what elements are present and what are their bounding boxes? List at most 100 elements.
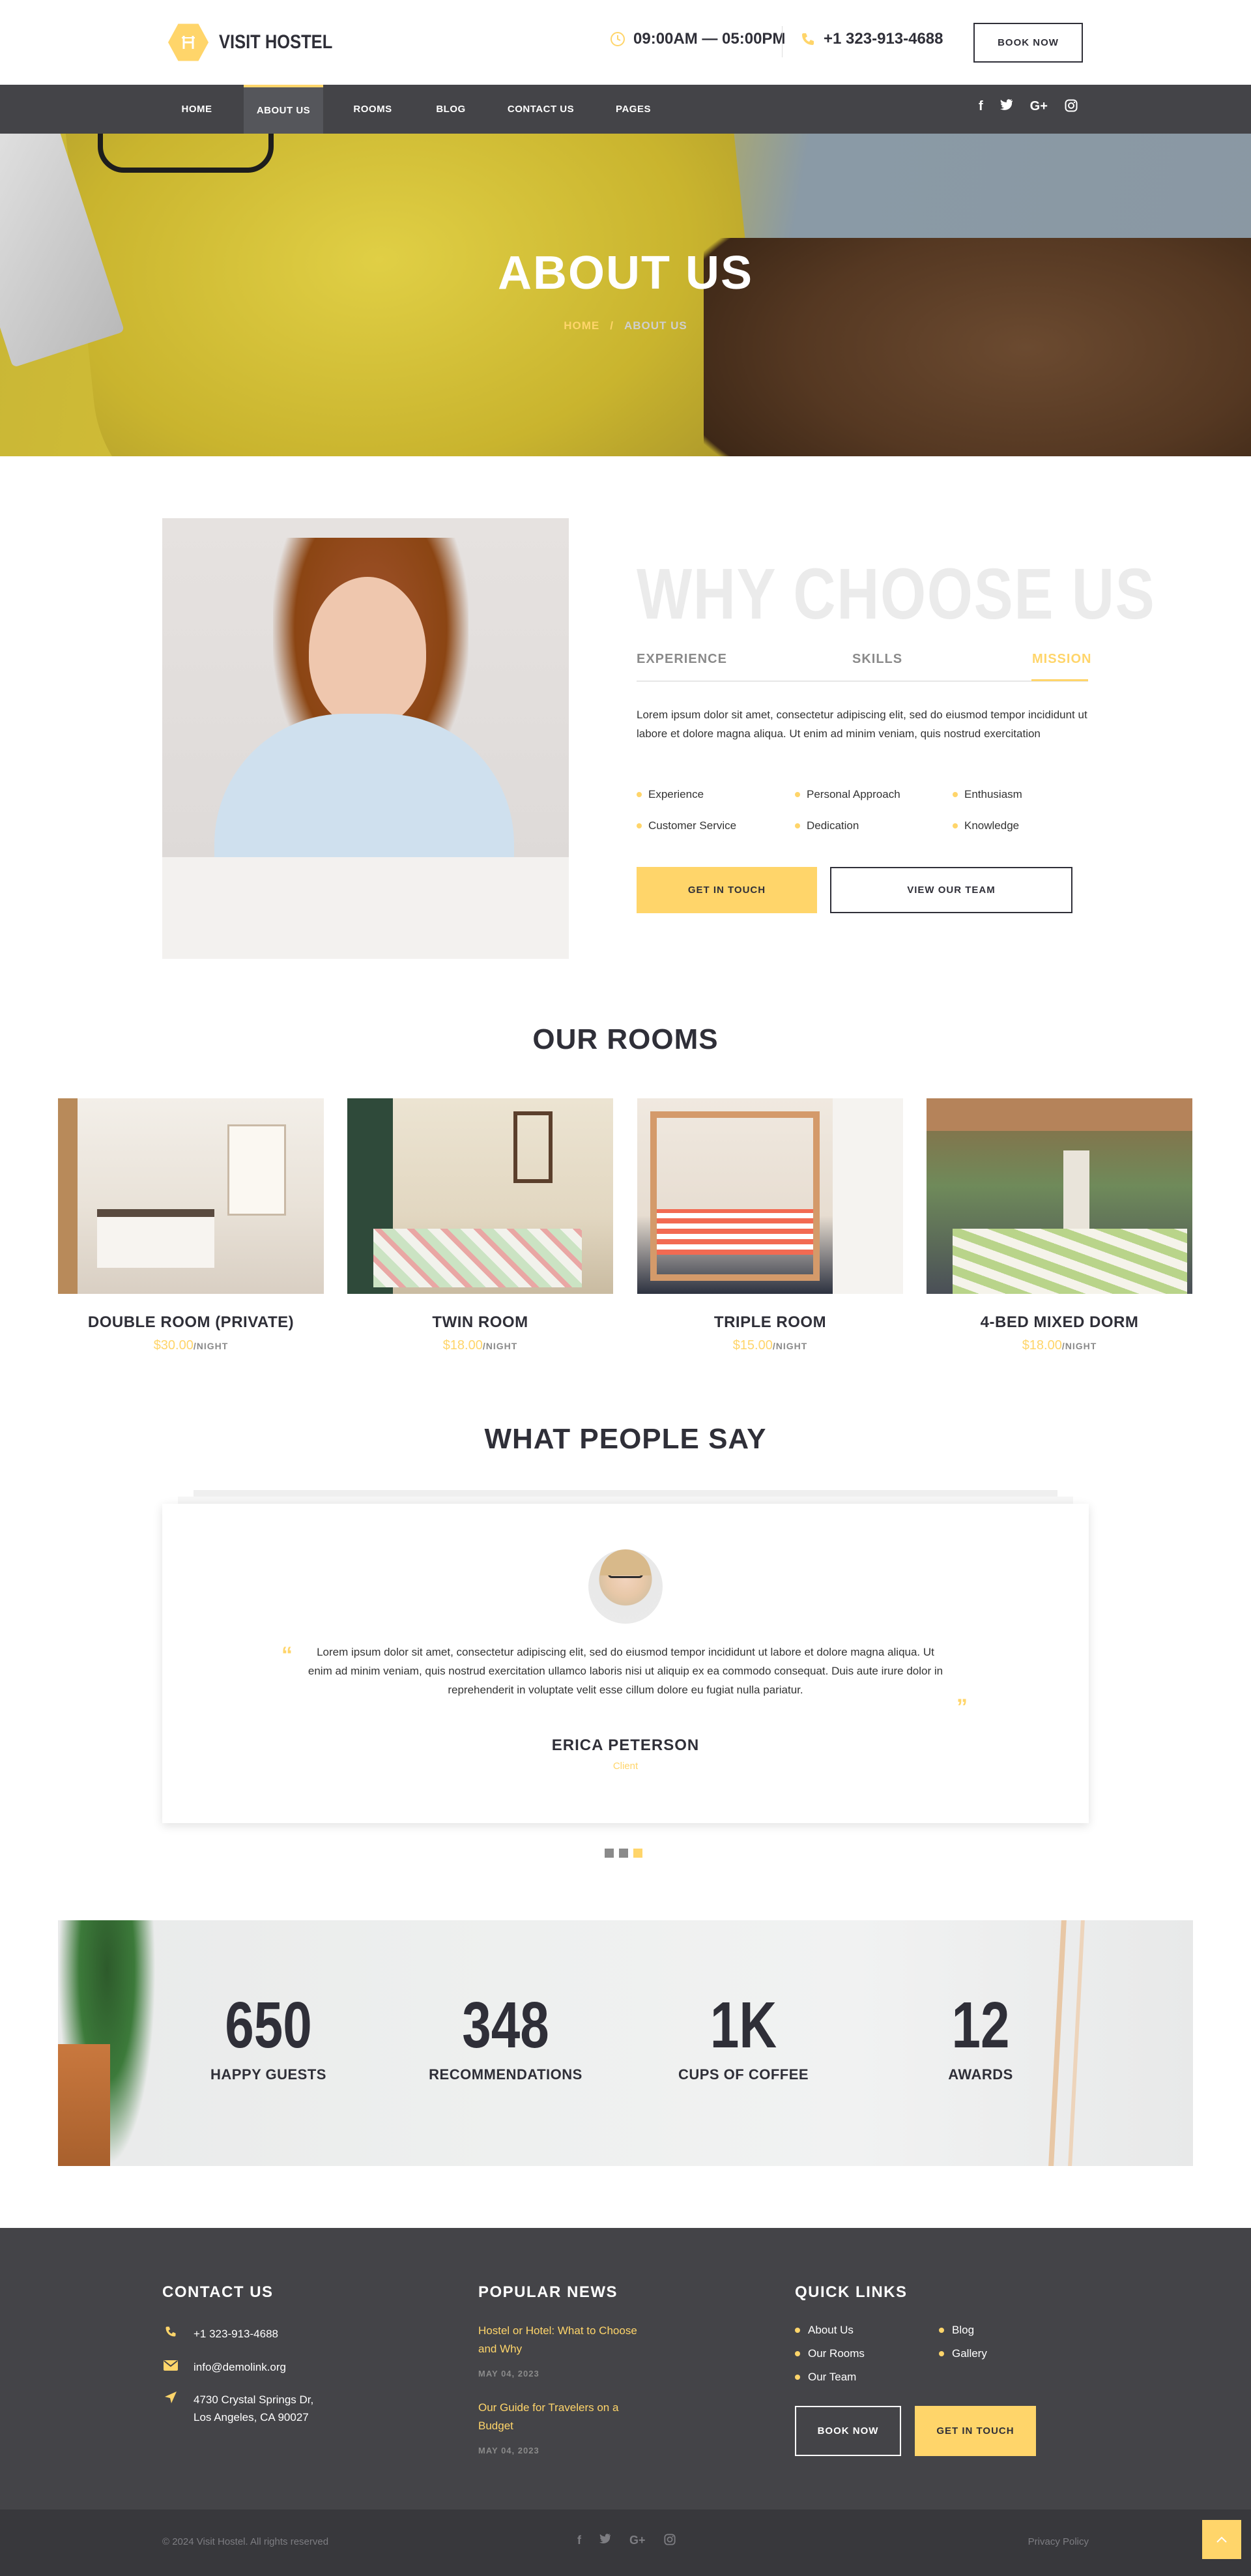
quick-link-about-us[interactable]: About Us (795, 2324, 854, 2337)
facebook-icon[interactable]: f (979, 99, 983, 116)
book-now-button[interactable]: BOOK NOW (973, 23, 1083, 63)
pagination-dot-active[interactable] (633, 1849, 642, 1858)
tab-skills[interactable]: SKILLS (852, 652, 902, 667)
scroll-to-top-button[interactable] (1202, 2520, 1241, 2559)
address-line: Los Angeles, CA 90027 (194, 2411, 309, 2423)
price-value: $18.00 (1022, 1338, 1062, 1353)
room-window-shape (1063, 1150, 1089, 1229)
nav-item-rooms[interactable]: ROOMS (344, 85, 401, 134)
logo[interactable]: VISIT HOSTEL (168, 22, 352, 63)
page-title: ABOUT US (498, 247, 753, 299)
header-phone[interactable]: +1 323-913-4688 (800, 30, 943, 48)
stat-value: 348 (462, 1989, 549, 2062)
client-avatar (588, 1549, 663, 1624)
feature-item: Knowledge (953, 819, 1019, 832)
room-mirror-shape (513, 1111, 553, 1183)
nav-item-home[interactable]: HOME (168, 85, 225, 134)
instagram-icon[interactable] (1065, 99, 1078, 116)
envelope-icon (162, 2358, 179, 2376)
price-unit: /NIGHT (1061, 1341, 1097, 1351)
footer-address: 4730 Crystal Springs Dr, Los Angeles, CA … (162, 2391, 313, 2426)
copyright: © 2024 Visit Hostel. All rights reserved (162, 2536, 329, 2547)
stat-label: AWARDS (948, 2066, 1013, 2083)
footer-phone-text: +1 323-913-4688 (194, 2328, 278, 2340)
tab-experience[interactable]: EXPERIENCE (637, 652, 727, 667)
twitter-icon[interactable] (599, 2534, 611, 2549)
room-name[interactable]: TRIPLE ROOM (637, 1313, 903, 1332)
room-price: $18.00/NIGHT (347, 1338, 613, 1353)
footer-phone[interactable]: +1 323-913-4688 (162, 2325, 278, 2343)
facebook-icon[interactable]: f (577, 2534, 581, 2549)
nav-item-contact-us[interactable]: CONTACT US (502, 85, 580, 134)
get-in-touch-button[interactable]: GET IN TOUCH (637, 867, 817, 913)
bullet-icon (939, 2351, 944, 2356)
quick-link-our-team[interactable]: Our Team (795, 2371, 856, 2384)
logo-hexagon-icon (168, 23, 208, 61)
feature-item: Personal Approach (795, 788, 900, 801)
feature-label: Experience (648, 788, 704, 800)
quick-link-label: About Us (808, 2324, 854, 2336)
price-unit: /NIGHT (193, 1341, 229, 1351)
bullet-icon (953, 792, 958, 797)
twitter-icon[interactable] (999, 99, 1013, 116)
feature-item: Experience (637, 788, 704, 801)
breadcrumb: HOME / ABOUT US (0, 319, 1251, 332)
room-image-dorm[interactable] (927, 1098, 1192, 1294)
bullet-icon (939, 2328, 944, 2333)
google-plus-icon[interactable]: G+ (1030, 99, 1048, 116)
feature-label: Enthusiasm (964, 788, 1022, 800)
room-wall-shape (833, 1098, 903, 1294)
quick-link-label: Gallery (952, 2347, 987, 2360)
footer-get-in-touch-button[interactable]: GET IN TOUCH (915, 2406, 1036, 2456)
nav-item-pages[interactable]: PAGES (605, 85, 662, 134)
quick-link-our-rooms[interactable]: Our Rooms (795, 2347, 865, 2360)
google-plus-icon[interactable]: G+ (629, 2534, 646, 2549)
room-name[interactable]: 4-BED MIXED DORM (927, 1313, 1192, 1332)
quick-link-label: Our Team (808, 2371, 857, 2383)
footer-book-now-button[interactable]: BOOK NOW (795, 2406, 901, 2456)
phone-icon (162, 2325, 179, 2343)
pagination-dot[interactable] (619, 1849, 628, 1858)
room-image-twin[interactable] (347, 1098, 613, 1294)
pot-image (58, 2044, 110, 2166)
instagram-icon[interactable] (663, 2534, 676, 2549)
pillar-shape (1068, 1920, 1085, 2166)
quote-open-icon: “ (281, 1643, 293, 1667)
room-image-triple[interactable] (637, 1098, 903, 1294)
bullet-icon (795, 2375, 800, 2380)
footer-email[interactable]: info@demolink.org (162, 2358, 286, 2376)
room-door-shape (58, 1098, 78, 1294)
address-line: 4730 Crystal Springs Dr, (194, 2393, 314, 2406)
news-link[interactable]: Our Guide for Travelers on a Budget (478, 2399, 641, 2435)
header-social-links: f G+ (979, 99, 1078, 116)
room-bed-shape (97, 1209, 214, 1268)
room-image-double[interactable] (58, 1098, 324, 1294)
quick-link-gallery[interactable]: Gallery (939, 2347, 987, 2360)
room-name[interactable]: DOUBLE ROOM (PRIVATE) (58, 1313, 324, 1332)
privacy-policy-link[interactable]: Privacy Policy (1028, 2536, 1089, 2547)
price-value: $30.00 (153, 1338, 194, 1353)
room-bed-shape (953, 1229, 1187, 1294)
testimonial-role: Client (612, 1761, 639, 1772)
hair-shape (600, 1549, 651, 1575)
pagination-dot[interactable] (605, 1849, 614, 1858)
quick-link-blog[interactable]: Blog (939, 2324, 974, 2337)
footer-contact-title: CONTACT US (162, 2283, 274, 2301)
tab-mission[interactable]: MISSION (1032, 652, 1091, 667)
hours-text: 09:00AM — 05:00PM (633, 30, 786, 48)
breadcrumb-home-link[interactable]: HOME (564, 319, 599, 332)
nav-item-blog[interactable]: BLOG (422, 85, 480, 134)
why-choose-us-title: WHY CHOOSE US (637, 554, 1156, 634)
view-our-team-button[interactable]: VIEW OUR TEAM (830, 867, 1072, 913)
stat-label: HAPPY GUESTS (210, 2066, 326, 2083)
portrait-chair (162, 857, 569, 959)
room-bunk-frame (650, 1111, 820, 1281)
top-header: VISIT HOSTEL 09:00AM — 05:00PM +1 323-91… (0, 0, 1251, 85)
opening-hours: 09:00AM — 05:00PM (610, 30, 785, 48)
news-link[interactable]: Hostel or Hotel: What to Choose and Why (478, 2322, 641, 2358)
bullet-icon (795, 823, 800, 828)
stat-label: RECOMMENDATIONS (429, 2066, 582, 2083)
nav-item-about-us[interactable]: ABOUT US (244, 85, 323, 134)
room-name[interactable]: TWIN ROOM (347, 1313, 613, 1332)
feature-label: Dedication (807, 819, 859, 832)
